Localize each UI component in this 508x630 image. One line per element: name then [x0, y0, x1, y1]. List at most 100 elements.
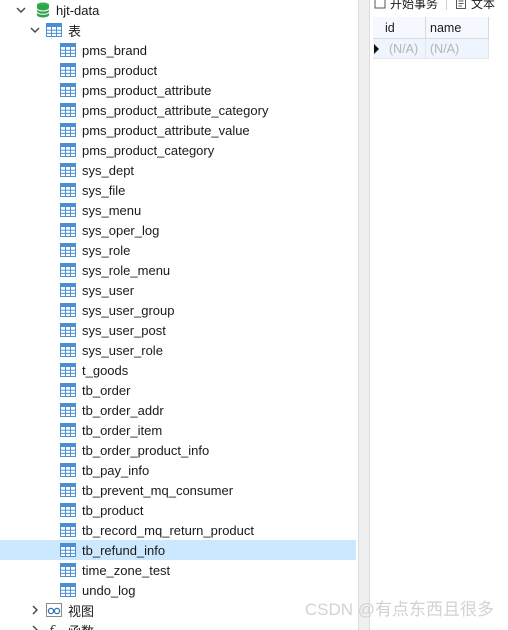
table-item[interactable]: tb_product [0, 500, 356, 520]
table-item[interactable]: tb_prevent_mq_consumer [0, 480, 356, 500]
table-item[interactable]: tb_order_item [0, 420, 356, 440]
tree-node-views-folder[interactable]: 视图 [0, 600, 356, 620]
table-item-label: tb_order_item [82, 422, 163, 438]
watermark: CSDN @有点东西且很多 [304, 600, 494, 619]
table-icon [60, 123, 76, 137]
chevron-down-icon[interactable] [30, 25, 40, 35]
table-item-label: sys_menu [82, 202, 142, 218]
begin-transaction-button[interactable]: 开始事务 [374, 0, 438, 12]
chevron-right-icon[interactable] [30, 625, 40, 630]
table-item[interactable]: pms_product_attribute [0, 80, 356, 100]
table-item-label: sys_user [82, 282, 135, 298]
table-icon [60, 383, 76, 397]
chevron-right-icon[interactable] [30, 605, 40, 615]
table-icon [60, 503, 76, 517]
table-item[interactable]: sys_dept [0, 160, 356, 180]
table-icon [60, 403, 76, 417]
data-grid-pane: 开始事务 文本 id name (N/A) (N/A) [370, 0, 508, 630]
table-item-label: pms_product_attribute_value [82, 122, 250, 138]
table-icon [60, 543, 76, 557]
begin-transaction-label: 开始事务 [390, 0, 439, 11]
text-view-icon [455, 0, 467, 9]
table-item-label: sys_dept [82, 162, 135, 178]
table-icon [60, 583, 76, 597]
table-item[interactable]: t_goods [0, 360, 356, 380]
table-item[interactable]: sys_role_menu [0, 260, 356, 280]
table-item-label: sys_user_role [82, 342, 163, 358]
table-icon [60, 223, 76, 237]
table-icon [60, 323, 76, 337]
tree-node-database[interactable]: hjt-data [0, 0, 356, 20]
column-header-id[interactable]: id [373, 17, 426, 39]
navigator-tree: hjt-data 表 pms_brand pms_product pms_produ… [0, 0, 358, 630]
transaction-icon [374, 0, 386, 9]
table-icon [60, 463, 76, 477]
grid-row[interactable]: (N/A) (N/A) [373, 39, 489, 59]
table-item[interactable]: pms_product_attribute_category [0, 100, 356, 120]
table-item-label: tb_order_product_info [82, 442, 210, 458]
table-icon [60, 443, 76, 457]
table-item[interactable]: tb_order [0, 380, 356, 400]
table-item[interactable]: tb_order_addr [0, 400, 356, 420]
table-item[interactable]: tb_pay_info [0, 460, 356, 480]
table-item-label: undo_log [82, 582, 136, 598]
table-item-label: tb_refund_info [82, 542, 166, 558]
table-item[interactable]: sys_role [0, 240, 356, 260]
tree-node-tables-folder[interactable]: 表 [0, 20, 356, 40]
table-icon [60, 43, 76, 57]
views-folder-icon [46, 603, 62, 617]
table-item-label: tb_order [82, 382, 131, 398]
table-item[interactable]: sys_menu [0, 200, 356, 220]
table-icon [60, 143, 76, 157]
row-pointer-icon [374, 44, 379, 54]
table-icon [60, 283, 76, 297]
table-icon [60, 483, 76, 497]
table-item[interactable]: pms_brand [0, 40, 356, 60]
table-item-label: pms_product_attribute_category [82, 102, 269, 118]
table-item-label: pms_product_attribute [82, 82, 212, 98]
table-item-label: tb_prevent_mq_consumer [82, 482, 234, 498]
table-item[interactable]: sys_file [0, 180, 356, 200]
views-folder-label: 视图 [68, 603, 95, 619]
table-item-label: tb_record_mq_return_product [82, 522, 254, 538]
table-icon [60, 523, 76, 537]
table-item-label: sys_user_group [82, 302, 175, 318]
table-icon [60, 303, 76, 317]
table-icon [60, 183, 76, 197]
table-item-label: time_zone_test [82, 562, 171, 578]
tables-folder-label: 表 [68, 23, 82, 39]
table-item[interactable]: tb_order_product_info [0, 440, 356, 460]
result-grid[interactable]: id name (N/A) (N/A) [373, 17, 489, 59]
table-item[interactable]: sys_oper_log [0, 220, 356, 240]
table-item-label: pms_brand [82, 42, 148, 58]
pane-splitter[interactable] [358, 0, 370, 630]
table-item[interactable]: pms_product_category [0, 140, 356, 160]
table-folder-icon [46, 23, 62, 37]
grid-cell-id[interactable]: (N/A) [373, 39, 426, 59]
table-item[interactable]: sys_user_role [0, 340, 356, 360]
function-folder-icon: f [46, 623, 62, 630]
table-icon [60, 63, 76, 77]
table-icon [60, 423, 76, 437]
table-item[interactable]: sys_user_post [0, 320, 356, 340]
table-item-label: sys_oper_log [82, 222, 160, 238]
table-item[interactable]: tb_refund_info [0, 540, 356, 560]
text-view-button[interactable]: 文本 [455, 0, 495, 12]
table-item[interactable]: undo_log [0, 580, 356, 600]
table-icon [60, 563, 76, 577]
table-icon [60, 263, 76, 277]
grid-toolbar: 开始事务 文本 [370, 0, 508, 12]
table-item[interactable]: tb_record_mq_return_product [0, 520, 356, 540]
database-icon [36, 2, 50, 18]
chevron-down-icon[interactable] [16, 5, 26, 15]
table-item-label: sys_user_post [82, 322, 166, 338]
column-header-name[interactable]: name [426, 17, 489, 39]
database-label: hjt-data [56, 2, 100, 18]
tree-node-functions-folder[interactable]: f 函数 [0, 620, 356, 630]
table-item[interactable]: pms_product_attribute_value [0, 120, 356, 140]
table-item[interactable]: sys_user_group [0, 300, 356, 320]
table-item[interactable]: pms_product [0, 60, 356, 80]
grid-cell-name[interactable]: (N/A) [426, 39, 489, 59]
table-item[interactable]: time_zone_test [0, 560, 356, 580]
table-item[interactable]: sys_user [0, 280, 356, 300]
